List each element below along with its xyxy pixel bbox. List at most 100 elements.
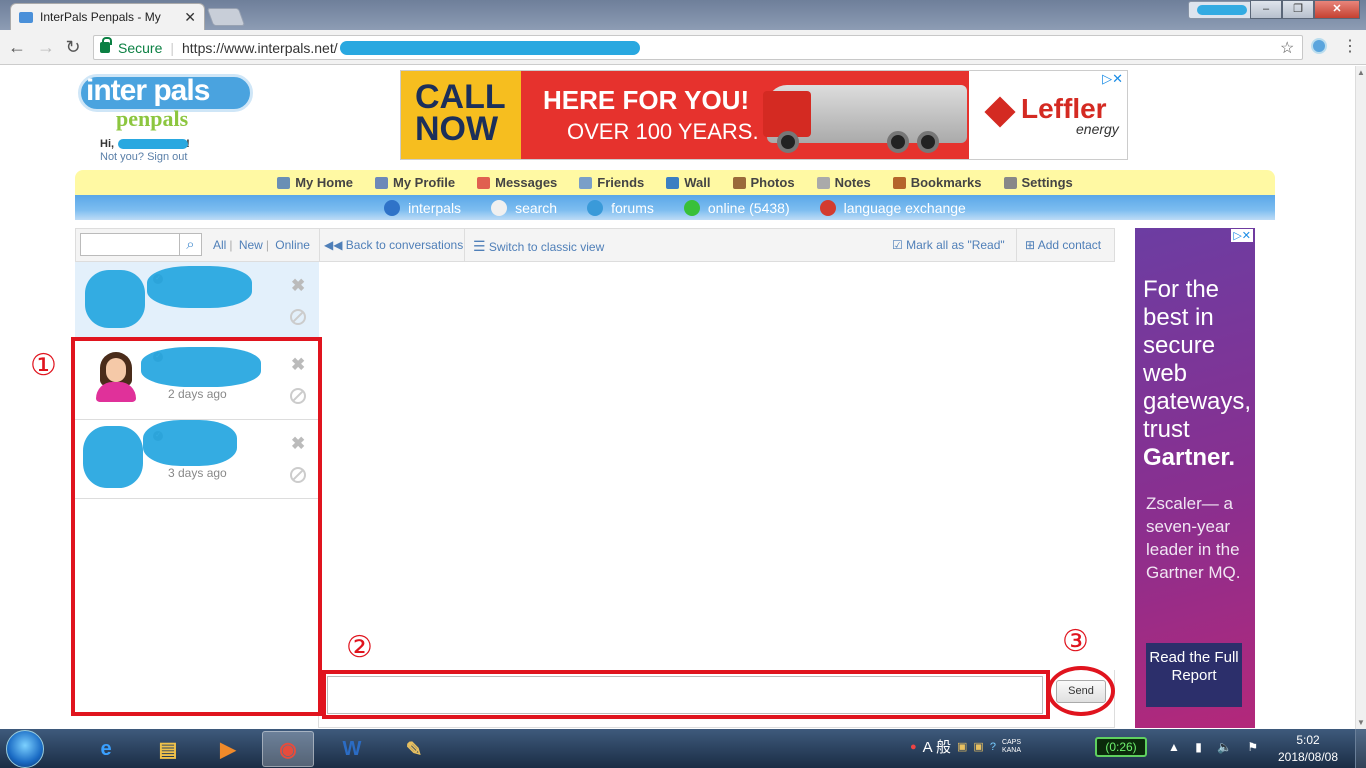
bookmark-star-icon[interactable]: ☆	[1280, 38, 1294, 58]
delete-conversation-icon[interactable]: ✖	[291, 276, 305, 296]
search-icon[interactable]: ⌕	[180, 233, 202, 256]
my-home-icon	[277, 176, 291, 189]
forward-arrow-icon[interactable]: →	[35, 36, 57, 58]
annotation-box-input	[322, 670, 1050, 719]
photos-icon	[732, 176, 746, 189]
annotation-oval-send	[1047, 666, 1115, 716]
messages-icon	[477, 176, 491, 189]
browser-tab[interactable]: InterPals Penpals - My ✕	[10, 3, 205, 30]
help-icon: ?	[989, 740, 996, 753]
mark-all-read-link[interactable]: ☑ Mark all as "Read"	[892, 238, 1005, 252]
back-arrow-icon[interactable]: ←	[6, 36, 28, 58]
ad-call-now: CALL NOW	[415, 78, 506, 148]
annotation-label-3: ③	[1062, 624, 1089, 659]
read-report-button[interactable]: Read the Full Report	[1146, 643, 1242, 707]
nav-item-settings[interactable]: Settings	[1003, 175, 1073, 190]
show-desktop-button[interactable]	[1355, 729, 1366, 768]
plus-icon: ⊞	[1025, 238, 1036, 252]
banner-ad[interactable]: CALL NOW HERE FOR YOU! OVER 100 YEARS. L…	[400, 70, 1128, 160]
filter-new[interactable]: New	[239, 238, 263, 252]
extension-icon[interactable]	[1311, 38, 1327, 54]
annotation-label-1: ①	[30, 348, 57, 383]
nav-item-messages[interactable]: Messages	[477, 175, 557, 190]
ad-headline: HERE FOR YOU!	[543, 85, 750, 115]
redacted-name	[147, 266, 252, 308]
side-ad-body: Zscaler— a seven-year leader in the Gart…	[1146, 494, 1241, 582]
window-controls: – ❐ ✕	[1250, 0, 1360, 19]
ad-brand-sub: energy	[1076, 121, 1119, 137]
internet-explorer-icon[interactable]: e	[80, 731, 132, 767]
url-bar[interactable]: Secure | https://www.interpals.net/	[93, 35, 1303, 60]
nav-item-photos[interactable]: Photos	[732, 175, 795, 190]
adchoices-icon[interactable]: ▷✕	[1102, 71, 1123, 87]
redacted-avatar	[85, 270, 145, 328]
secondary-nav: interpals search forums online (5438) langua…	[75, 195, 1275, 220]
nav-item-wall[interactable]: Wall	[666, 175, 711, 190]
conversation-search-input[interactable]	[80, 233, 180, 256]
sign-out-link[interactable]: Not you? Sign out	[100, 151, 187, 163]
windows-start-icon[interactable]	[6, 730, 44, 768]
filter-online[interactable]: Online	[275, 238, 310, 252]
ime-dict-icon: ▣	[973, 741, 984, 753]
settings-icon	[1003, 176, 1017, 189]
subnav-item-search[interactable]: search	[491, 199, 557, 216]
checkbox-icon: ☑	[892, 238, 903, 252]
search-icon	[491, 199, 508, 216]
online-icon	[683, 199, 700, 216]
bookmarks-icon	[892, 176, 906, 189]
subnav-item-forums[interactable]: forums	[587, 199, 654, 216]
tray-icons[interactable]: ▲ ▮ 🔈 ⚑	[1168, 740, 1264, 754]
switch-classic-view-link[interactable]: ☰ Switch to classic view	[473, 238, 604, 255]
antivirus-icon: ●	[910, 740, 917, 753]
list-icon: ☰	[473, 238, 486, 254]
nav-item-notes[interactable]: Notes	[816, 175, 871, 190]
reload-icon[interactable]: ↻	[62, 36, 84, 58]
nav-item-friends[interactable]: Friends	[579, 175, 644, 190]
ime-tool-icon: ▣	[957, 741, 968, 753]
battery-indicator[interactable]: (0:26)	[1095, 737, 1147, 757]
logo-text-top: inter pals	[86, 74, 210, 107]
close-tab-icon[interactable]: ✕	[184, 9, 196, 26]
primary-nav: My Home My Profile Messages Friends Wall Phot…	[75, 170, 1275, 195]
profile-badge[interactable]	[1188, 1, 1256, 19]
new-tab-button[interactable]	[206, 8, 246, 26]
paint-icon[interactable]: ✎	[388, 731, 440, 767]
adchoices-icon[interactable]: ▷✕	[1231, 229, 1253, 242]
ime-indicator[interactable]: A 般	[923, 736, 951, 757]
envelope-icon	[19, 11, 33, 23]
minimize-button[interactable]: –	[1250, 0, 1282, 19]
chrome-icon[interactable]: ◉	[262, 731, 314, 767]
nav-item-my-home[interactable]: My Home	[277, 175, 353, 190]
logo-text-bottom: penpals	[116, 106, 189, 131]
conversation-item[interactable]: ✓ ✖	[75, 262, 319, 341]
secure-label: Secure	[118, 39, 163, 56]
side-ad-line: For the best in secure web gateways, tru…	[1143, 276, 1252, 443]
add-contact-link[interactable]: ⊞ Add contact	[1025, 238, 1101, 252]
subnav-item-interpals[interactable]: interpals	[384, 199, 461, 216]
nav-item-my-profile[interactable]: My Profile	[375, 175, 455, 190]
filter-all[interactable]: All	[213, 238, 226, 252]
menu-dots-icon[interactable]: ⋮	[1342, 36, 1358, 56]
media-player-icon[interactable]: ▶	[202, 731, 254, 767]
side-ad-brand: Gartner.	[1143, 444, 1236, 471]
clock-time: 5:02	[1296, 733, 1320, 747]
clock[interactable]: 5:02 2018/08/08	[1268, 732, 1348, 766]
tab-title: InterPals Penpals - My	[40, 10, 161, 24]
file-explorer-icon[interactable]: ▤	[142, 731, 194, 767]
ad-subline: OVER 100 YEARS.	[567, 119, 759, 144]
word-icon[interactable]: W	[326, 731, 378, 767]
block-user-icon[interactable]	[290, 309, 306, 325]
nav-item-bookmarks[interactable]: Bookmarks	[892, 175, 982, 190]
subnav-item-language-exchange[interactable]: language exchange	[819, 199, 966, 216]
language-icon	[819, 199, 836, 216]
friends-icon	[579, 176, 593, 189]
truck-image	[763, 85, 967, 153]
maximize-button[interactable]: ❐	[1282, 0, 1314, 19]
interpals-logo[interactable]: inter pals penpals	[76, 72, 256, 132]
page-scrollbar[interactable]: ▲ ▼	[1355, 66, 1366, 729]
subnav-item-online[interactable]: online (5438)	[683, 199, 790, 216]
annotation-label-2: ②	[346, 630, 373, 665]
close-window-button[interactable]: ✕	[1314, 0, 1360, 19]
side-ad[interactable]: ▷✕ For the best in secure web gateways, …	[1135, 228, 1255, 728]
back-to-conversations-link[interactable]: ◀◀ Back to conversations	[324, 238, 463, 252]
